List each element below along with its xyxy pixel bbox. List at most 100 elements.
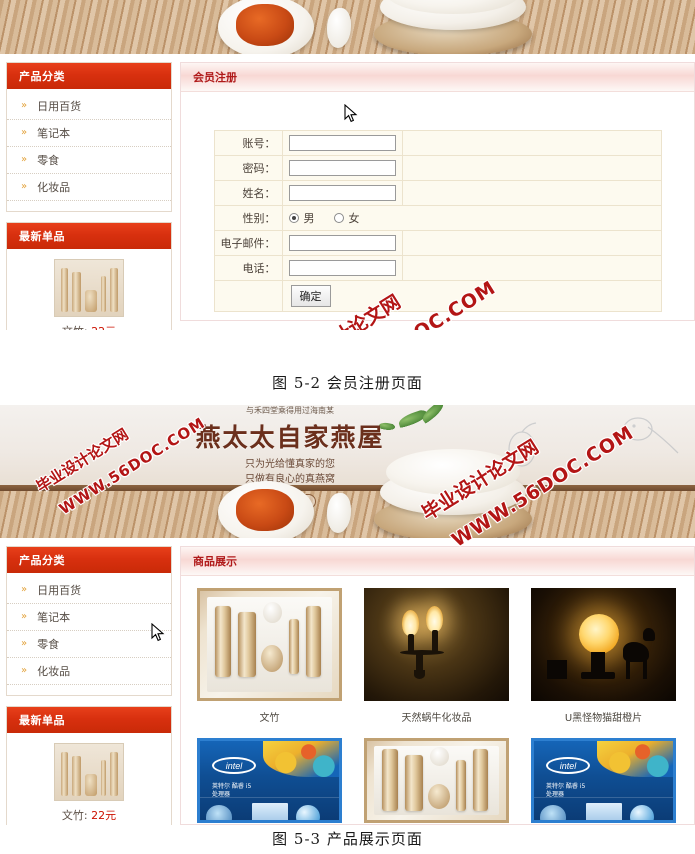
row-spacer (401, 230, 662, 256)
sidebar-item-label: 日用百货 (37, 584, 82, 597)
sidebar-item-label: 零食 (37, 154, 60, 167)
product-image-wall-sconce-lamp[interactable] (364, 588, 509, 701)
sidebar-item-cosmetics[interactable]: » 化妆品 (7, 658, 171, 685)
figure-caption-5-3-text: 图 5-3 产品展示页面 (272, 830, 423, 848)
product-display-panel-title: 商品展示 (181, 547, 694, 576)
sidebar-item-notebook[interactable]: » 笔记本 (7, 604, 171, 631)
product-card-intel-1[interactable]: intel 英特尔 酷睿 i5 处理器 (197, 738, 342, 825)
form-row-name: 姓名： (213, 180, 662, 206)
content-registration: 会员注册 账号： 密码： 姓名： 性别： 男 女 电子邮件： 电话： 确定 (180, 62, 695, 330)
content-products: 商品展示 文竹 天然蜗牛化妆品 U黑怪物猫甜橙片 intel 英特尔 酷睿 i5… (180, 546, 695, 825)
phone-input[interactable] (288, 260, 396, 276)
double-chevron-right-icon: » (21, 181, 28, 192)
account-input[interactable] (288, 135, 396, 151)
banner-title: 燕太太自家燕屋 (195, 423, 385, 452)
password-input[interactable] (288, 160, 396, 176)
sidebar-item-label: 笔记本 (37, 611, 71, 624)
sidebar-item-notebook[interactable]: » 笔记本 (7, 120, 171, 147)
row-spacer (401, 255, 662, 281)
sidebar-item-label: 化妆品 (37, 665, 71, 678)
sidebar-item-cosmetics[interactable]: » 化妆品 (7, 174, 171, 201)
product-card-intel-2[interactable]: intel 英特尔 酷睿 i5 处理器 (531, 738, 676, 825)
product-image-cosmetic-gift-set[interactable] (364, 738, 509, 823)
latest-products-title: 最新单品 (7, 707, 171, 733)
gender-female-label: 女 (348, 212, 360, 225)
submit-button[interactable]: 确定 (290, 285, 331, 307)
gender-label: 性别： (213, 205, 283, 231)
product-image-intel-box[interactable]: intel 英特尔 酷睿 i5 处理器 (197, 738, 342, 823)
product-image-intel-box[interactable]: intel 英特尔 酷睿 i5 处理器 (531, 738, 676, 823)
latest-product-price: 22元 (91, 325, 116, 330)
product-card-black-monster[interactable]: U黑怪物猫甜橙片 (531, 588, 676, 724)
product-image-moon-deer-lamp[interactable] (531, 588, 676, 701)
name-input[interactable] (288, 185, 396, 201)
intel-logo-icon: intel (212, 757, 256, 774)
product-card-wenzhu[interactable]: 文竹 (197, 588, 342, 724)
figure-member-registration-screenshot: 产品分类 » 日用百货 » 笔记本 » 零食 » 化妆品 最新单品 会员注册 账… (0, 0, 695, 330)
email-input[interactable] (288, 235, 396, 251)
intel-logo-icon: intel (546, 757, 590, 774)
gender-female-radio[interactable] (333, 213, 344, 223)
latest-products-body: 文竹: 22元 (7, 733, 171, 825)
sidebar-item-label: 笔记本 (37, 127, 71, 140)
product-name: 天然蜗牛化妆品 (401, 713, 472, 724)
figure-caption-5-2-text: 图 5-2 会员注册页面 (272, 374, 423, 392)
latest-product-price: 22元 (91, 809, 117, 822)
double-chevron-right-icon: » (21, 665, 28, 676)
double-chevron-right-icon: » (21, 100, 28, 111)
sidebar-products: 产品分类 » 日用百货 » 笔记本 » 零食 » 化妆品 最新单品 文竹: 22… (6, 546, 172, 825)
sidebar-item-label: 日用百货 (37, 100, 82, 113)
sidebar-item-snacks[interactable]: » 零食 (7, 147, 171, 174)
latest-products-title: 最新单品 (7, 223, 171, 249)
double-chevron-right-icon: » (21, 638, 28, 649)
banner-dried-food (236, 489, 294, 531)
registration-form-area: 账号： 密码： 姓名： 性别： 男 女 电子邮件： 电话： 确定 (181, 92, 694, 326)
product-grid: 文竹 天然蜗牛化妆品 U黑怪物猫甜橙片 intel 英特尔 酷睿 i5 处理器 … (181, 576, 694, 825)
latest-product-thumbnail[interactable] (54, 743, 124, 801)
form-row-email: 电子邮件： (213, 230, 662, 256)
product-grid-row: intel 英特尔 酷睿 i5 处理器 intel 英特尔 酷睿 i5 处理器 (197, 738, 684, 825)
form-row-submit: 确定 (213, 280, 662, 312)
sidebar-item-daily-goods[interactable]: » 日用百货 (7, 577, 171, 604)
product-category-list: » 日用百货 » 笔记本 » 零食 » 化妆品 (7, 573, 171, 695)
figure-product-display-screenshot: 与禾四堂乘得用过海南某 燕太太自家燕屋 只为光给懂真家的您 只做有良心的真燕窝 … (0, 405, 695, 825)
password-label: 密码： (213, 155, 283, 181)
latest-product-name: 文竹: (62, 325, 88, 330)
latest-product-name: 文竹: (61, 809, 88, 822)
product-card-snail-cosmetic[interactable]: 天然蜗牛化妆品 (364, 588, 509, 724)
double-chevron-right-icon: » (21, 154, 28, 165)
latest-product-price-line: 文竹: 22元 (13, 323, 165, 330)
registration-form-table: 账号： 密码： 姓名： 性别： 男 女 电子邮件： 电话： 确定 (213, 130, 662, 312)
product-name: U黑怪物猫甜橙片 (564, 713, 643, 724)
gender-male-radio[interactable] (288, 213, 299, 223)
phone-label: 电话： (213, 255, 283, 281)
product-card-cosmetic-2[interactable] (364, 738, 509, 825)
banner-dried-food (236, 4, 294, 46)
banner-birdnest (386, 449, 520, 495)
latest-products-panel: 最新单品 文竹: 22元 (6, 706, 172, 825)
latest-products-body: 文竹: 22元 (7, 249, 171, 330)
double-chevron-right-icon: » (21, 584, 28, 595)
bird-illustration-icon (623, 417, 679, 454)
figure-caption-5-2: 图 5-2 会员注册页面 (0, 372, 695, 393)
product-display-panel: 商品展示 文竹 天然蜗牛化妆品 U黑怪物猫甜橙片 intel 英特尔 酷睿 i5… (180, 546, 695, 825)
registration-panel: 会员注册 账号： 密码： 姓名： 性别： 男 女 电子邮件： 电话： 确定 (180, 62, 695, 321)
gender-radio-group: 男 女 (288, 210, 655, 226)
sidebar-item-daily-goods[interactable]: » 日用百货 (7, 93, 171, 120)
sidebar-item-label: 零食 (37, 638, 60, 651)
sidebar-item-snacks[interactable]: » 零食 (7, 631, 171, 658)
double-chevron-right-icon: » (21, 611, 28, 622)
product-category-panel: 产品分类 » 日用百货 » 笔记本 » 零食 » 化妆品 (6, 546, 172, 696)
site-banner-bottom: 与禾四堂乘得用过海南某 燕太太自家燕屋 只为光给懂真家的您 只做有良心的真燕窝 … (0, 405, 695, 538)
banner-top-line: 与禾四堂乘得用过海南某 (246, 406, 334, 415)
form-row-account: 账号： (213, 130, 662, 156)
latest-products-panel: 最新单品 文竹: 22元 (6, 222, 172, 330)
site-banner-top (0, 0, 695, 54)
product-image-cosmetic-gift-set[interactable] (197, 588, 342, 701)
latest-product-price-line: 文竹: 22元 (13, 807, 165, 823)
latest-product-thumbnail[interactable] (54, 259, 124, 317)
gender-male-label: 男 (303, 212, 315, 225)
submit-row-spacer (213, 280, 283, 312)
name-label: 姓名： (213, 180, 283, 206)
row-spacer (401, 155, 662, 181)
